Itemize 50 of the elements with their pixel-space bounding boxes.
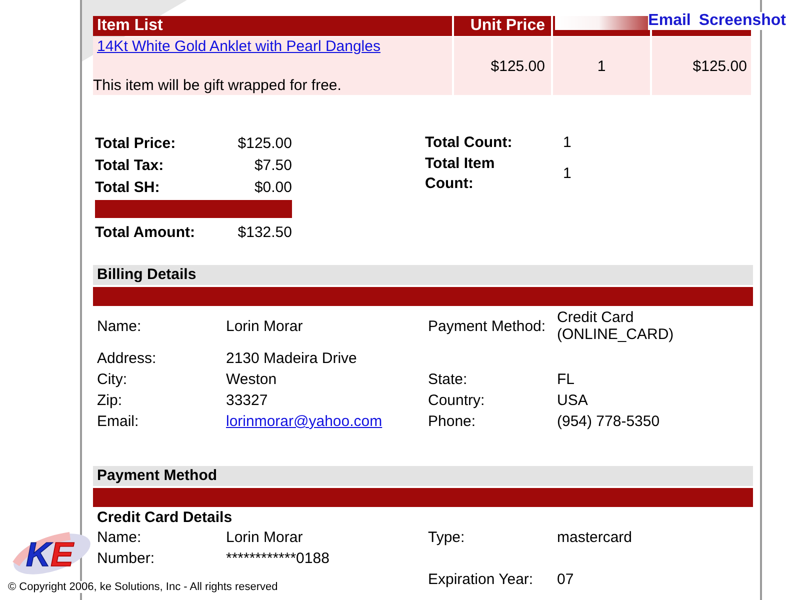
field-value: Lorin Morar [226,318,303,334]
field-label: Zip: [97,392,122,409]
count-value: 1 [563,133,572,153]
field-value: Credit Card (ONLINE_CARD) [557,309,674,343]
table-cell: $125.00 [454,37,551,95]
total-label: Total SH: [95,178,160,196]
total-value: $0.00 [254,178,292,196]
field-value: ************0188 [226,550,330,567]
section-header: Payment Method [93,466,753,486]
toolbar-link[interactable]: Email [648,12,691,30]
field-label: Name: [97,529,142,546]
total-label: Total Amount: [95,224,195,240]
total-value: $125.00 [238,134,292,152]
total-label: Total Price: [95,134,176,152]
count-label: Total Item Count: [425,154,496,194]
field-label: Address: [97,350,156,367]
field-value: 33327 [226,392,268,409]
total-label: Total Tax: [95,156,164,174]
item-note: This item will be gift wrapped for free. [93,77,342,94]
field-value: Lorin Morar [226,529,303,546]
field-label: Country: [428,392,485,409]
total-value: $132.50 [238,224,292,240]
item-link[interactable]: 14Kt White Gold Anklet with Pearl Dangles [93,38,380,55]
section-header: Billing Details [93,265,753,285]
field-label: Number: [97,550,155,567]
field-value: 07 [557,571,574,588]
field-value: (954) 778-5350 [557,413,660,430]
field-label: Phone: [428,413,476,430]
email-address-link[interactable]: lorinmorar@yahoo.com [226,413,382,430]
field-label: Expiration Year: [428,571,534,588]
field-label: City: [97,371,127,388]
count-value: 1 [563,164,572,184]
field-value: USA [557,392,588,409]
field-value: Weston [226,371,277,388]
field-value: 2130 Madeira Drive [226,350,357,367]
column-header: Unit Price [454,16,551,36]
field-label: Type: [428,529,465,546]
table-cell: $125.00 [652,37,751,95]
total-value: $7.50 [254,156,292,174]
field-label: Payment Method: [428,318,546,334]
column-header: Item List [93,16,452,36]
field-label: Email: [97,413,139,430]
toolbar-link[interactable]: Screenshot [698,12,786,30]
field-label: State: [428,371,468,388]
table-cell: 1 [553,37,650,95]
field-value: mastercard [557,529,632,546]
subsection-title: Credit Card Details [96,508,234,527]
field-label: Name: [97,318,142,334]
field-value: FL [557,371,575,388]
count-label: Total Count: [425,133,514,153]
